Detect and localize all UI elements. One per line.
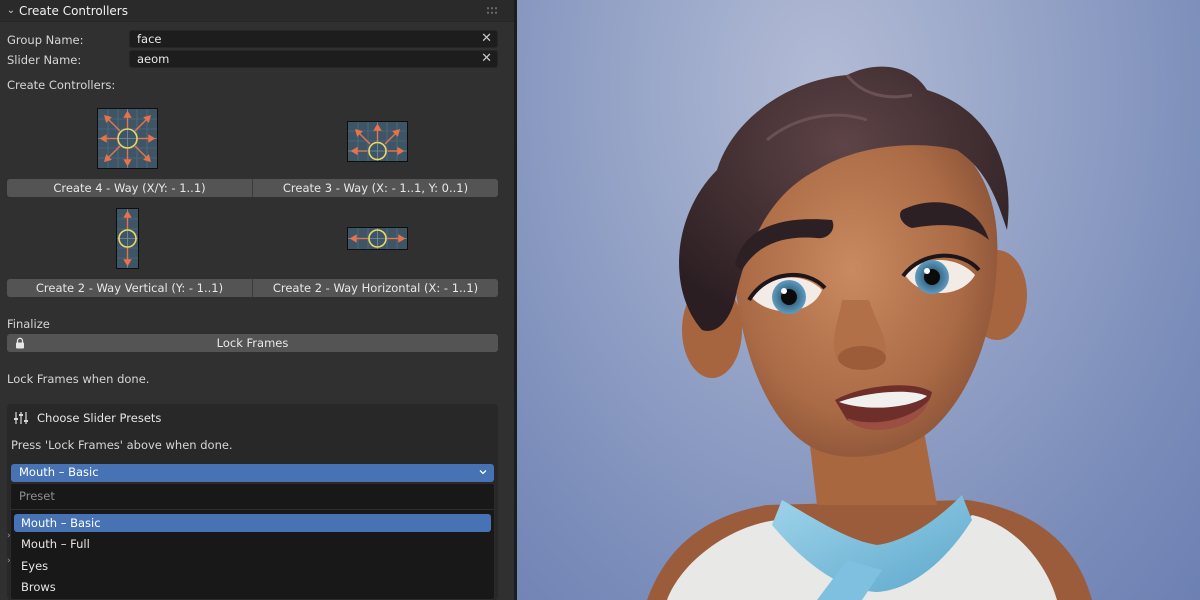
preset-dropdown[interactable]: Mouth – Basic <box>11 464 494 482</box>
sliders-icon <box>14 412 28 424</box>
two-way-horizontal-preview[interactable] <box>347 227 408 250</box>
two-way-horizontal-diagram <box>348 228 407 249</box>
create-three-way-button[interactable]: Create 3 - Way (X: - 1..1, Y: 0..1) <box>252 179 498 197</box>
slider-presets-title: Choose Slider Presets <box>37 411 162 425</box>
group-name-label: Group Name: <box>7 33 84 47</box>
group-name-field[interactable]: face ✕ <box>129 30 498 48</box>
slider-name-label: Slider Name: <box>7 53 82 67</box>
panel-title: Create Controllers <box>19 3 128 18</box>
three-way-controller-preview[interactable] <box>347 121 408 162</box>
four-way-controller-preview[interactable] <box>97 108 158 169</box>
two-way-vertical-preview[interactable] <box>116 208 139 269</box>
clear-icon[interactable]: ✕ <box>481 51 492 67</box>
lock-frames-label: Lock Frames <box>216 336 289 350</box>
menu-item-eyes[interactable]: Eyes <box>14 557 491 575</box>
menu-item-mouth-full[interactable]: Mouth – Full <box>14 535 491 553</box>
four-way-diagram <box>98 109 157 168</box>
menu-item-brows[interactable]: Brows <box>14 578 491 596</box>
create-four-way-button[interactable]: Create 4 - Way (X/Y: - 1..1) <box>7 179 252 197</box>
chevron-down-icon[interactable]: ⌄ <box>3 5 19 16</box>
create-controllers-label: Create Controllers: <box>7 78 116 92</box>
three-way-diagram <box>348 122 407 161</box>
lock-frames-hint: Lock Frames when done. <box>7 372 150 386</box>
lock-frames-button[interactable]: Lock Frames <box>7 334 498 352</box>
3d-viewport[interactable] <box>517 0 1200 600</box>
clear-icon[interactable]: ✕ <box>481 31 492 47</box>
preset-dropdown-menu: Preset Mouth – Basic Mouth – Full Eyes B… <box>10 483 495 600</box>
finalize-label: Finalize <box>7 317 50 331</box>
two-way-vertical-diagram <box>117 209 138 268</box>
slider-name-value: aeom <box>137 52 170 66</box>
lock-icon <box>16 337 24 349</box>
preset-selected-value: Mouth – Basic <box>19 465 99 479</box>
menu-item-mouth-basic[interactable]: Mouth – Basic <box>14 514 491 532</box>
menu-title: Preset <box>19 489 55 503</box>
slider-name-field[interactable]: aeom ✕ <box>129 50 498 68</box>
create-two-way-horizontal-button[interactable]: Create 2 - Way Horizontal (X: - 1..1) <box>252 279 498 297</box>
menu-separator <box>11 509 494 510</box>
drag-grip-icon[interactable] <box>486 6 498 15</box>
character-render <box>647 66 1092 600</box>
properties-panel: ⌄ Create Controllers Group Name: face ✕ … <box>0 0 514 600</box>
chevron-down-icon <box>479 470 487 475</box>
group-name-value: face <box>137 32 162 46</box>
slider-presets-hint: Press 'Lock Frames' above when done. <box>11 438 233 452</box>
panel-header[interactable]: ⌄ Create Controllers <box>0 0 514 22</box>
create-two-way-vertical-button[interactable]: Create 2 - Way Vertical (Y: - 1..1) <box>7 279 252 297</box>
